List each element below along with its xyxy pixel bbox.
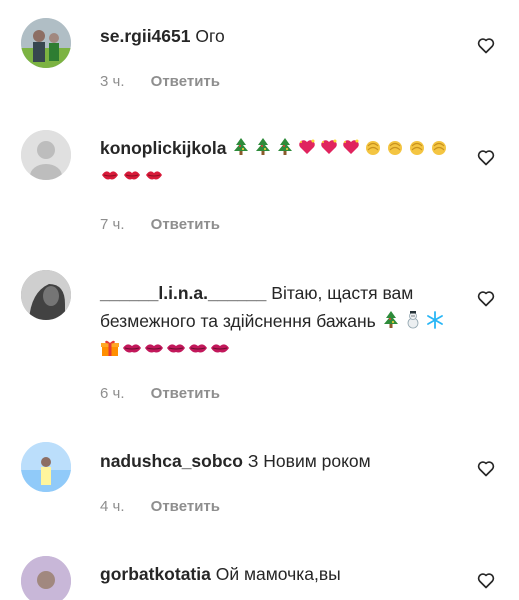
gift-emoji-icon [100, 338, 120, 358]
comment-username[interactable]: ______l.i.n.a.______ [100, 283, 266, 303]
avatar[interactable] [21, 556, 71, 600]
comment-username[interactable]: nadushca_sobco [100, 451, 243, 471]
tree-emoji-icon [381, 310, 401, 330]
reply-button[interactable]: Ответить [151, 73, 220, 90]
snowflake-emoji-icon [425, 310, 445, 330]
avatar[interactable] [21, 130, 71, 180]
kiss-emoji-icon [100, 165, 120, 185]
lips-emoji-icon [188, 338, 208, 358]
reply-button[interactable]: Ответить [151, 385, 220, 402]
reply-button[interactable]: Ответить [151, 216, 220, 233]
lips-emoji-icon [210, 338, 230, 358]
avatar[interactable] [21, 18, 71, 68]
tree-emoji-icon [231, 137, 251, 157]
comment-timestamp: 4 ч. [100, 498, 125, 515]
snowman-emoji-icon [403, 310, 423, 330]
like-heart-icon[interactable] [476, 35, 496, 55]
reply-button[interactable]: Ответить [151, 498, 220, 515]
avatar[interactable] [21, 270, 71, 320]
like-heart-icon[interactable] [476, 458, 496, 478]
comment-timestamp: 3 ч. [100, 73, 125, 90]
comment-text: З Новим роком [247, 451, 371, 471]
tree-emoji-icon [253, 137, 273, 157]
comment-timestamp: 7 ч. [100, 216, 125, 233]
heart-emoji-icon [297, 137, 317, 157]
lips-emoji-icon [122, 338, 142, 358]
like-heart-icon[interactable] [476, 570, 496, 590]
avatar[interactable] [21, 442, 71, 492]
lips-emoji-icon [166, 338, 186, 358]
tree-emoji-icon [275, 137, 295, 157]
heart-emoji-icon [319, 137, 339, 157]
comment-username[interactable]: konoplickijkola [100, 138, 226, 158]
like-heart-icon[interactable] [476, 288, 496, 308]
kiss-emoji-icon [122, 165, 142, 185]
lips-emoji-icon [144, 338, 164, 358]
clap-emoji-icon [407, 137, 427, 157]
clap-emoji-icon [363, 137, 383, 157]
comment-username[interactable]: se.rgii4651 [100, 26, 190, 46]
clap-emoji-icon [429, 137, 449, 157]
kiss-emoji-icon [144, 165, 164, 185]
like-heart-icon[interactable] [476, 147, 496, 167]
comment-timestamp: 6 ч. [100, 385, 125, 402]
heart-emoji-icon [341, 137, 361, 157]
comment-text: Ой мамочка,вы [215, 564, 341, 584]
comment-text: Ого [195, 26, 225, 46]
comment-username[interactable]: gorbatkotatia [100, 564, 211, 584]
clap-emoji-icon [385, 137, 405, 157]
